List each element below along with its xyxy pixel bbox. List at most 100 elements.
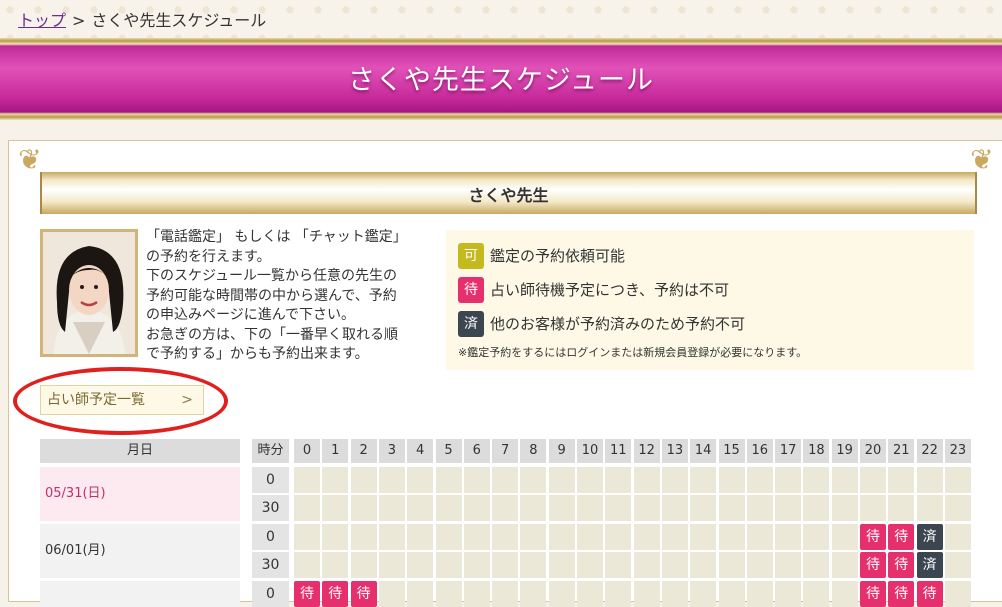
schedule-slot [322,524,349,550]
top-bar: トップ > さくや先生スケジュール [0,0,1002,38]
slot-waiting: 待 [860,552,886,578]
schedule-slot [322,552,349,578]
schedule-slot [775,581,802,607]
hour-header: 21 [888,439,915,463]
schedule-slot [520,552,547,578]
slot-booked: 済 [916,552,943,578]
slot-waiting: 待 [916,581,943,607]
schedule-slot [944,524,971,550]
schedule-slot [605,495,632,521]
schedule-slot [492,552,519,578]
minute-column-header: 時分 [252,439,289,463]
schedule-slot [746,495,773,521]
minute-cell: 0 [252,581,289,607]
schedule-slot [463,581,490,607]
schedule-slot [407,467,434,493]
breadcrumb-current: さくや先生スケジュール [91,11,267,30]
schedule-slot [803,524,830,550]
schedule-slot [661,495,688,521]
schedule-slot [746,467,773,493]
hour-header: 5 [435,439,462,463]
schedule-slot [407,552,434,578]
schedule-slot [803,495,830,521]
slot-waiting: 待 [350,581,377,607]
schedule-slot [548,495,575,521]
schedule-slot [718,495,745,521]
schedule-slot [378,495,405,521]
hour-header: 8 [520,439,547,463]
section-header: さくや先生 [40,172,977,214]
schedule-slot [577,467,603,493]
hour-header: 19 [831,439,858,463]
legend-text: 占い師待機予定につき、予約は不可 [490,281,729,299]
minute-cell: 0 [252,524,289,550]
schedule-slot [775,495,802,521]
schedule-slot [435,552,462,578]
slot-waiting: 待 [860,581,886,607]
hour-header: 23 [944,439,971,463]
schedule-slot [775,467,802,493]
schedule-slot [492,467,519,493]
schedule-slot [718,524,745,550]
schedule-slot [378,581,405,607]
schedule-slot [916,467,943,493]
legend-text: 鑑定の予約依頼可能 [490,247,626,265]
page-title: さくや先生スケジュール [347,65,655,96]
schedule-slot [463,524,490,550]
schedule-slot [633,467,660,493]
hour-header: 13 [661,439,688,463]
schedule-slot [548,467,575,493]
schedule-slot [944,552,971,578]
booked-badge: 済 [458,311,484,337]
schedule-slot [944,495,971,521]
slot-waiting: 待 [888,524,915,550]
status-legend: 可鑑定の予約依頼可能 待占い師待機予定につき、予約は不可 済他のお客様が予約済み… [446,230,974,370]
schedule-slot [435,581,462,607]
hour-header: 3 [378,439,405,463]
schedule-slot [435,467,462,493]
schedule-slot [577,581,603,607]
description-line: 「電話鑑定」 もしくは 「チャット鑑定」 [146,229,407,245]
schedule-slot [463,495,490,521]
schedule-slot [690,467,717,493]
schedule-slot [294,467,320,493]
schedule-slot [690,495,717,521]
schedule-slot [888,495,915,521]
section-title: さくや先生 [468,186,549,205]
schedule-slot [690,552,717,578]
hour-header: 14 [690,439,717,463]
schedule-slot [690,581,717,607]
schedule-slot [407,581,434,607]
description-line: で予約する」からも予約出来ます。 [146,346,369,362]
slot-waiting: 待 [294,581,320,607]
schedule-slot [520,581,547,607]
slot-waiting: 待 [860,524,886,550]
minute-cell: 30 [252,552,289,578]
hour-header: 16 [746,439,773,463]
schedule-slot [888,467,915,493]
schedule-slot [350,495,377,521]
schedule-slot [746,524,773,550]
schedule-slot [944,467,971,493]
schedule-slot [831,581,858,607]
schedule-slot [350,467,377,493]
schedule-slot [520,467,547,493]
description-line: お急ぎの方は、下の「一番早く取れる順 [146,326,398,343]
schedule-slot [803,552,830,578]
description-line: の申込みページに進んで下さい。 [146,307,356,323]
hour-header: 11 [605,439,632,463]
slot-booked: 済 [916,524,943,550]
schedule-slot [690,524,717,550]
schedule-slot [322,495,349,521]
breadcrumb-home-link[interactable]: トップ [18,11,66,30]
schedule-slot [661,467,688,493]
schedule-slot [350,552,377,578]
schedule-slot [718,552,745,578]
hour-header: 6 [463,439,490,463]
hour-header: 20 [860,439,886,463]
schedule-slot [322,467,349,493]
breadcrumb-separator: > [72,11,86,30]
schedule-slot [435,524,462,550]
hour-header: 0 [294,439,320,463]
schedule-slot [520,524,547,550]
